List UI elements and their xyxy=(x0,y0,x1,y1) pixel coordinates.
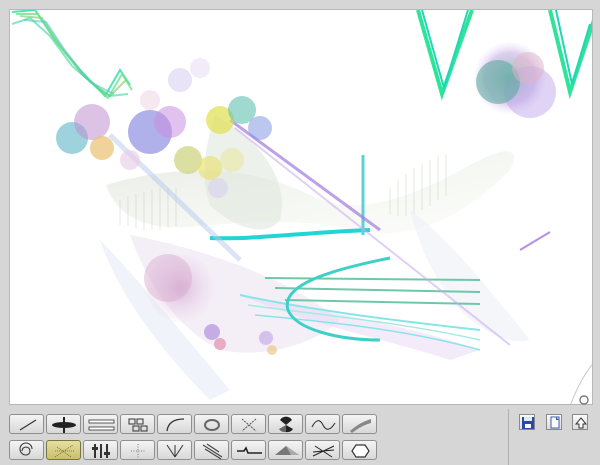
app-frame xyxy=(0,0,600,465)
new-page-icon xyxy=(550,416,560,429)
grid-blocks-tool-button[interactable] xyxy=(120,414,155,434)
wave-tool-icon xyxy=(311,420,336,430)
wave-tool-button[interactable] xyxy=(305,414,340,434)
cross-dots-tool-icon xyxy=(131,444,145,458)
resize-grip-icon[interactable] xyxy=(578,394,590,406)
brush-strokes-tool-button[interactable] xyxy=(194,440,229,460)
arc-tool-button[interactable] xyxy=(157,414,192,434)
artwork xyxy=(11,10,592,404)
blob-cluster-top-right xyxy=(474,42,556,118)
blade-tool-button[interactable] xyxy=(46,414,81,434)
step-line-tool-icon xyxy=(237,446,262,454)
wave-strokes-left xyxy=(11,10,133,100)
drawing-canvas[interactable] xyxy=(9,9,593,405)
grid-blocks-tool-icon xyxy=(128,418,148,432)
upload-button[interactable] xyxy=(572,414,588,430)
hexagon-tool-icon xyxy=(351,444,370,458)
spiral-tool-button[interactable] xyxy=(9,440,44,460)
radiation-tool-icon xyxy=(279,416,293,433)
sparkle-tool-button[interactable] xyxy=(46,440,81,460)
radiation-tool-button[interactable] xyxy=(268,414,303,434)
ribbon-tool-icon xyxy=(350,419,371,433)
brush-strokes-tool-icon xyxy=(202,443,223,460)
ring-tool-icon xyxy=(204,419,220,431)
spiral-tool-icon xyxy=(19,442,33,456)
toolbar-divider xyxy=(508,409,509,465)
ribbon-tool-button[interactable] xyxy=(342,414,377,434)
upload-icon xyxy=(574,417,588,429)
hatch-tool-button[interactable] xyxy=(305,440,340,460)
line-tool-icon xyxy=(19,419,37,431)
scatter-cross-tool-button[interactable] xyxy=(231,414,266,434)
hexagon-tool-button[interactable] xyxy=(342,440,377,460)
sparkle-tool-icon xyxy=(54,444,75,458)
save-icon xyxy=(522,417,534,429)
tool-palette xyxy=(9,411,509,463)
save-button[interactable] xyxy=(519,414,535,430)
parallel-bars-tool-button[interactable] xyxy=(83,414,118,434)
step-line-tool-button[interactable] xyxy=(231,440,266,460)
fan-tool-icon xyxy=(166,444,184,458)
parallel-bars-tool-icon xyxy=(88,419,115,431)
prism-tool-button[interactable] xyxy=(268,440,303,460)
line-tool-button[interactable] xyxy=(9,414,44,434)
sliders-tool-icon xyxy=(92,444,110,458)
scatter-cross-tool-icon xyxy=(241,418,257,432)
cross-dots-tool-button[interactable] xyxy=(120,440,155,460)
prism-tool-icon xyxy=(275,446,299,455)
ring-tool-button[interactable] xyxy=(194,414,229,434)
arc-tool-icon xyxy=(166,418,185,432)
sliders-tool-button[interactable] xyxy=(83,440,118,460)
new-page-button[interactable] xyxy=(546,414,562,430)
blade-tool-icon xyxy=(52,417,76,433)
hatch-tool-icon xyxy=(312,445,335,458)
fan-tool-button[interactable] xyxy=(157,440,192,460)
